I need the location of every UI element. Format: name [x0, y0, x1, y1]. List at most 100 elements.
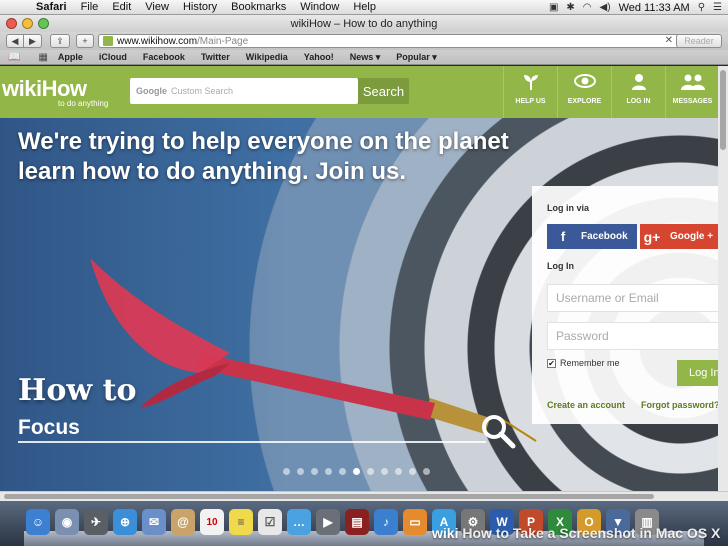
- nav-help-us[interactable]: HELP US: [503, 66, 557, 118]
- spotlight-icon[interactable]: ⚲: [698, 2, 705, 13]
- bookmark-yahoo[interactable]: Yahoo!: [304, 52, 334, 62]
- menu-window[interactable]: Window: [300, 1, 339, 13]
- finder-icon[interactable]: ☺: [26, 509, 50, 535]
- horizontal-scroll-thumb[interactable]: [4, 494, 654, 499]
- slide-dot[interactable]: [423, 468, 430, 475]
- close-window-button[interactable]: [6, 18, 17, 29]
- search-button[interactable]: Search: [358, 78, 409, 104]
- facebook-login-label: Facebook: [581, 231, 628, 242]
- nav-messages-label: MESSAGES: [672, 98, 713, 105]
- bookmark-icloud[interactable]: iCloud: [99, 52, 127, 62]
- bookmarks-bar: 📖 ▦ Apple iCloud Facebook Twitter Wikipe…: [0, 50, 728, 65]
- notes-icon[interactable]: ≡: [229, 509, 253, 535]
- google-plus-login-button[interactable]: g+ Google +: [640, 224, 728, 249]
- bookmark-apple[interactable]: Apple: [58, 52, 83, 62]
- clear-url-icon[interactable]: ✕: [665, 35, 673, 46]
- bookmark-popular-folder[interactable]: Popular ▾: [396, 52, 437, 63]
- menu-app-safari[interactable]: Safari: [36, 1, 67, 13]
- menu-help[interactable]: Help: [353, 1, 376, 13]
- search-placeholder: Custom Search: [171, 86, 234, 96]
- contacts-icon[interactable]: @: [171, 509, 195, 535]
- forward-button[interactable]: ▶: [24, 34, 42, 48]
- nav-explore[interactable]: EXPLORE: [557, 66, 611, 118]
- nav-log-in[interactable]: LOG IN: [611, 66, 665, 118]
- forgot-password-link[interactable]: Forgot password?: [641, 400, 720, 410]
- notification-center-icon[interactable]: ☰: [713, 2, 722, 13]
- logo-tagline: to do anything: [58, 99, 109, 108]
- slide-dot[interactable]: [311, 468, 318, 475]
- site-header: wikiHow to do anything Google Custom Sea…: [0, 66, 718, 118]
- bookmark-wikipedia[interactable]: Wikipedia: [246, 52, 288, 62]
- menu-extras: ▣ ✱ ◠ ◀) Wed 11:33 AM ⚲ ☰: [549, 0, 722, 15]
- zoom-window-button[interactable]: [38, 18, 49, 29]
- safari-icon[interactable]: ⊕: [113, 509, 137, 535]
- slide-dot[interactable]: [339, 468, 346, 475]
- facebook-login-button[interactable]: f Facebook: [547, 224, 637, 249]
- remember-me-checkbox[interactable]: ✔: [547, 358, 556, 368]
- bluetooth-icon[interactable]: ✱: [566, 2, 574, 13]
- horizontal-scrollbar[interactable]: [0, 491, 728, 501]
- volume-icon[interactable]: ◀): [600, 2, 611, 13]
- reminders-icon[interactable]: ☑: [258, 509, 282, 535]
- nav-messages[interactable]: MESSAGES: [665, 66, 719, 118]
- back-button[interactable]: ◀: [6, 34, 24, 48]
- facetime-icon[interactable]: ▶: [316, 509, 340, 535]
- menu-clock[interactable]: Wed 11:33 AM: [619, 2, 690, 14]
- user-icon: [612, 73, 665, 93]
- vertical-scroll-thumb[interactable]: [720, 70, 726, 150]
- slide-dot[interactable]: [395, 468, 402, 475]
- url-host: www.wikihow.com: [117, 35, 198, 47]
- google-plus-login-label: Google +: [670, 231, 714, 242]
- wifi-icon[interactable]: ◠: [583, 2, 592, 13]
- slide-dot[interactable]: [367, 468, 374, 475]
- launchpad-icon[interactable]: ✈: [84, 509, 108, 535]
- favicon-icon: [103, 36, 113, 46]
- create-account-link[interactable]: Create an account: [547, 400, 625, 410]
- share-button[interactable]: ⇪: [50, 34, 70, 48]
- photo-booth-icon[interactable]: ▤: [345, 509, 369, 535]
- slide-dot[interactable]: [283, 468, 290, 475]
- messages-icon[interactable]: …: [287, 509, 311, 535]
- url-path: /Main-Page: [197, 35, 249, 47]
- slide-dot[interactable]: [409, 468, 416, 475]
- site-search-input[interactable]: Google Custom Search: [130, 78, 358, 104]
- wikihow-watermark: wiki How to Take a Screenshot in Mac OS …: [432, 525, 720, 541]
- mail-icon[interactable]: ✉: [142, 509, 166, 535]
- open-book-icon[interactable]: 📖: [8, 52, 20, 63]
- reader-button[interactable]: Reader: [676, 34, 722, 48]
- slide-dot[interactable]: [325, 468, 332, 475]
- login-section-label: Log In: [547, 261, 574, 271]
- vertical-scrollbar[interactable]: [718, 66, 728, 491]
- menu-history[interactable]: History: [183, 1, 217, 13]
- remember-me-control[interactable]: ✔ Remember me: [547, 358, 620, 368]
- menu-bookmarks[interactable]: Bookmarks: [231, 1, 286, 13]
- menu-edit[interactable]: Edit: [112, 1, 131, 13]
- slide-dot[interactable]: [381, 468, 388, 475]
- menu-file[interactable]: File: [81, 1, 99, 13]
- wikihow-logo[interactable]: wikiHow to do anything: [2, 76, 122, 112]
- screen-record-icon[interactable]: ▣: [549, 2, 558, 13]
- bookmark-facebook[interactable]: Facebook: [143, 52, 185, 62]
- hero-topic[interactable]: Focus: [18, 416, 80, 440]
- calendar-icon[interactable]: 10: [200, 509, 224, 535]
- bookmark-twitter[interactable]: Twitter: [201, 52, 230, 62]
- window-controls: [6, 18, 49, 29]
- menu-view[interactable]: View: [145, 1, 169, 13]
- address-bar[interactable]: www.wikihow.com /Main-Page ✕: [98, 34, 680, 48]
- ibooks-icon[interactable]: ▭: [403, 509, 427, 535]
- minimize-window-button[interactable]: [22, 18, 33, 29]
- top-sites-grid-icon[interactable]: ▦: [38, 52, 47, 63]
- bookmark-news-folder[interactable]: News ▾: [350, 52, 381, 63]
- magnifier-icon[interactable]: [480, 413, 516, 449]
- remember-me-label: Remember me: [560, 358, 620, 368]
- google-search-mark: Google: [136, 86, 167, 96]
- add-bookmark-button[interactable]: +: [76, 34, 94, 48]
- slide-dot[interactable]: [353, 468, 360, 475]
- google-plus-icon: g+: [643, 228, 661, 245]
- slide-dot[interactable]: [297, 468, 304, 475]
- dashboard-icon[interactable]: ◉: [55, 509, 79, 535]
- password-field[interactable]: Password: [547, 322, 728, 350]
- username-field[interactable]: Username or Email: [547, 284, 728, 312]
- itunes-icon[interactable]: ♪: [374, 509, 398, 535]
- eye-icon: [558, 73, 611, 93]
